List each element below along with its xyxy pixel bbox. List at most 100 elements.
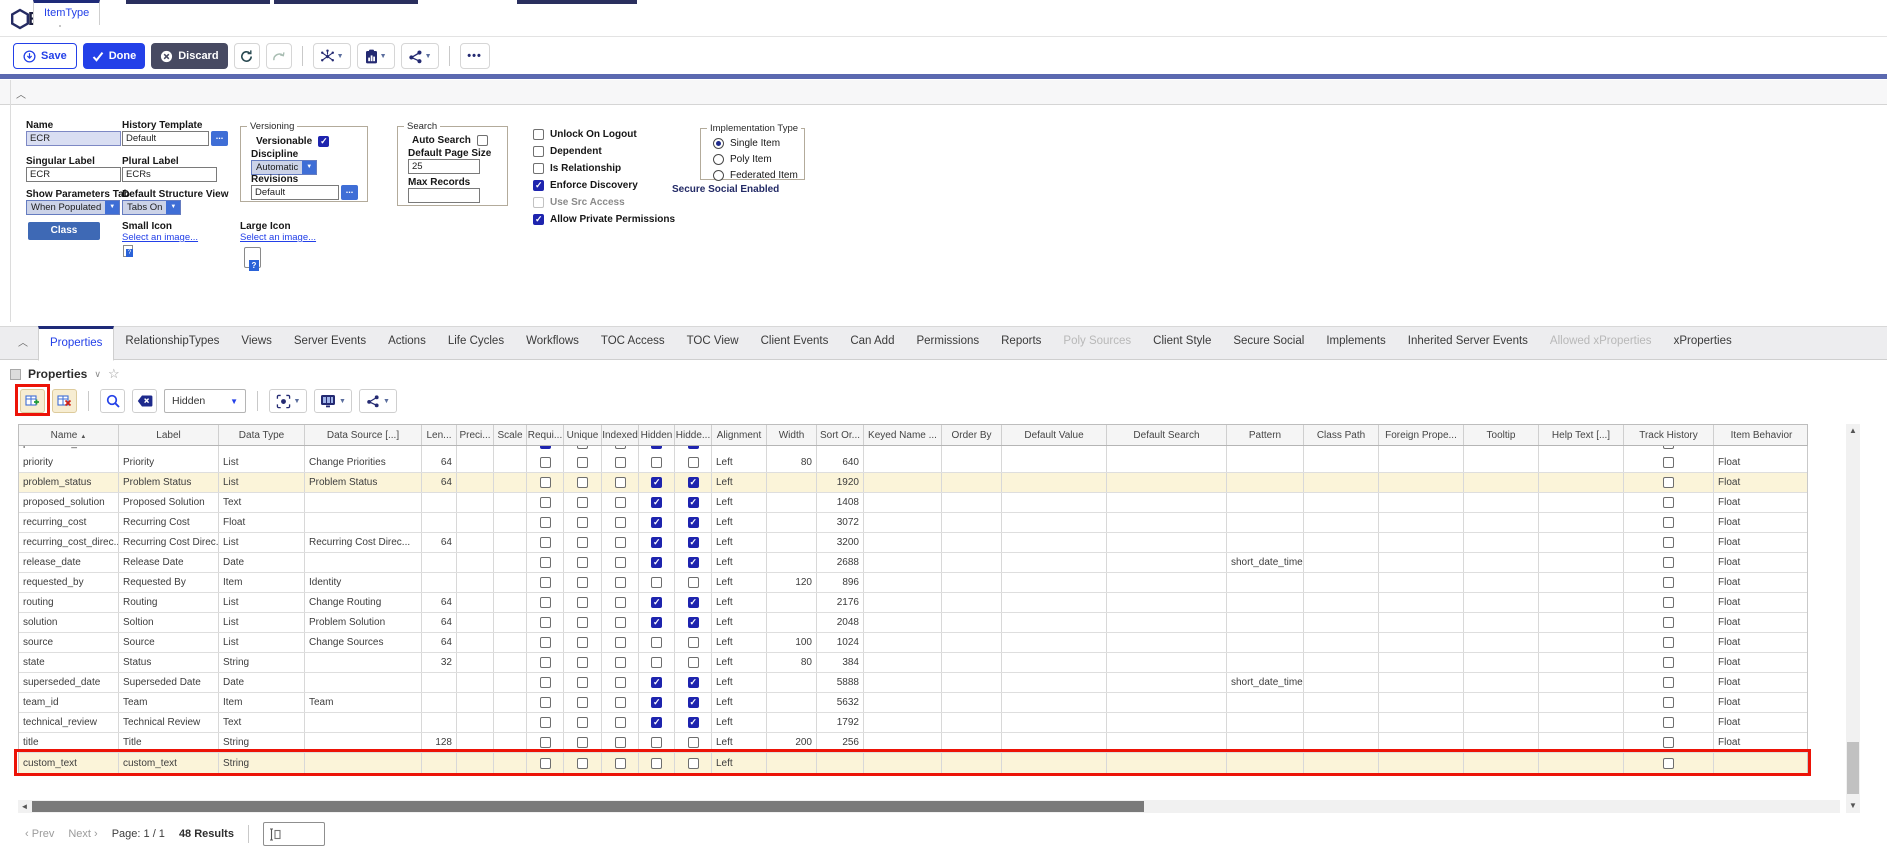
grid-checkbox-hid[interactable]: [651, 557, 662, 568]
vertical-scrollbar[interactable]: ▲ ▼: [1846, 424, 1860, 813]
table-row-recurring-cost-direc[interactable]: recurring_cost_direc...Recurring Cost Di…: [19, 533, 1807, 553]
scroll-down-arrow-icon[interactable]: ▼: [1846, 799, 1860, 813]
column-header-order-by[interactable]: Order By: [942, 425, 1002, 445]
grid-checkbox-idx[interactable]: [615, 717, 626, 728]
grid-checkbox-req[interactable]: [540, 697, 551, 708]
share-grid-button[interactable]: ▼: [359, 389, 397, 413]
grid-checkbox-idx[interactable]: [615, 637, 626, 648]
tab-inherited-server-events[interactable]: Inherited Server Events: [1397, 326, 1539, 360]
grid-checkbox-req[interactable]: [540, 758, 551, 769]
grid-checkbox-hid2[interactable]: [688, 717, 699, 728]
column-header-pattern[interactable]: Pattern: [1227, 425, 1304, 445]
tab-reports[interactable]: Reports: [990, 326, 1052, 360]
column-header-label[interactable]: Label: [119, 425, 219, 445]
grid-checkbox-idx[interactable]: [615, 737, 626, 748]
default-structure-select[interactable]: Tabs On ▼: [122, 200, 181, 215]
grid-checkbox-req[interactable]: [540, 497, 551, 508]
enforce-discovery-checkbox[interactable]: [533, 180, 544, 191]
grid-checkbox-hid[interactable]: [651, 677, 662, 688]
grid-checkbox-track[interactable]: [1663, 617, 1674, 628]
grid-checkbox-uniq[interactable]: [577, 497, 588, 508]
column-header-help-text[interactable]: Help Text [...]: [1539, 425, 1624, 445]
class-structure-button[interactable]: Class Structure: [28, 222, 100, 240]
table-row-title[interactable]: titleTitleString128Left200256Float: [19, 733, 1807, 753]
grid-checkbox-req[interactable]: [540, 677, 551, 688]
collapse-chevron-icon[interactable]: ︿: [16, 86, 26, 101]
column-header-item-behavior[interactable]: Item Behavior: [1714, 425, 1809, 445]
grid-checkbox-idx[interactable]: [615, 446, 626, 449]
grid-checkbox-hid2[interactable]: [688, 537, 699, 548]
table-row-superseded-date[interactable]: superseded_dateSuperseded DateDateLeft58…: [19, 673, 1807, 693]
grid-checkbox-hid[interactable]: [651, 758, 662, 769]
grid-checkbox-hid2[interactable]: [688, 517, 699, 528]
versionable-checkbox[interactable]: [318, 136, 329, 147]
grid-checkbox-track[interactable]: [1663, 697, 1674, 708]
grid-checkbox-hid2[interactable]: [688, 557, 699, 568]
grid-checkbox-uniq[interactable]: [577, 657, 588, 668]
grid-checkbox-hid[interactable]: [651, 457, 662, 468]
grid-checkbox-uniq[interactable]: [577, 737, 588, 748]
grid-checkbox-uniq[interactable]: [577, 697, 588, 708]
grid-checkbox-hid2[interactable]: [688, 617, 699, 628]
revisions-browse-button[interactable]: ...: [341, 185, 358, 200]
filter-select[interactable]: Hidden ▼: [164, 389, 246, 413]
singular-label-field[interactable]: ECR: [26, 167, 121, 182]
grid-checkbox-req[interactable]: [540, 737, 551, 748]
column-header-class-path[interactable]: Class Path: [1304, 425, 1379, 445]
grid-checkbox-idx[interactable]: [615, 557, 626, 568]
grid-checkbox-req[interactable]: [540, 597, 551, 608]
poly-item-radio[interactable]: [713, 154, 724, 165]
grid-checkbox-idx[interactable]: [615, 617, 626, 628]
grid-checkbox-idx[interactable]: [615, 457, 626, 468]
grid-checkbox-hid2[interactable]: [688, 577, 699, 588]
grid-checkbox-uniq[interactable]: [577, 677, 588, 688]
favorite-star-icon[interactable]: ☆: [108, 366, 120, 382]
auto-search-checkbox[interactable]: [477, 135, 488, 146]
chevron-down-icon[interactable]: ∨: [94, 369, 101, 380]
grid-checkbox-hid2[interactable]: [688, 446, 699, 449]
tab-life-cycles[interactable]: Life Cycles: [437, 326, 515, 360]
grid-checkbox-hid[interactable]: [651, 717, 662, 728]
grid-checkbox-req[interactable]: [540, 637, 551, 648]
scroll-left-arrow-icon[interactable]: ◄: [18, 800, 31, 813]
grid-checkbox-uniq[interactable]: [577, 597, 588, 608]
impact-analysis-button[interactable]: ▼: [313, 43, 351, 69]
grid-checkbox-hid[interactable]: [651, 597, 662, 608]
tab-toc-view[interactable]: TOC View: [676, 326, 750, 360]
focus-view-button[interactable]: ▼: [269, 389, 307, 413]
grid-checkbox-track[interactable]: [1663, 677, 1674, 688]
grid-checkbox-hid[interactable]: [651, 446, 662, 449]
column-header-alignment[interactable]: Alignment: [712, 425, 767, 445]
reports-clipboard-button[interactable]: ▼: [357, 43, 395, 69]
column-header-tooltip[interactable]: Tooltip: [1464, 425, 1539, 445]
next-page-button[interactable]: Next ›: [68, 828, 97, 840]
plural-label-field[interactable]: ECRs: [122, 167, 217, 182]
grid-checkbox-idx[interactable]: [615, 597, 626, 608]
grid-checkbox-hid[interactable]: [651, 697, 662, 708]
discard-button[interactable]: Discard: [151, 43, 227, 69]
grid-checkbox-hid2[interactable]: [688, 597, 699, 608]
column-header-default-search[interactable]: Default Search: [1107, 425, 1227, 445]
refresh-button[interactable]: [234, 43, 260, 69]
tab-secure-social[interactable]: Secure Social: [1222, 326, 1315, 360]
tab-xproperties[interactable]: xProperties: [1663, 326, 1743, 360]
tab-client-events[interactable]: Client Events: [750, 326, 840, 360]
search-button[interactable]: [100, 389, 125, 413]
grid-checkbox-track[interactable]: [1663, 637, 1674, 648]
grid-checkbox-req[interactable]: [540, 557, 551, 568]
small-icon-select-link[interactable]: Select an image...: [122, 232, 198, 243]
collapse-chevron-icon[interactable]: ︿: [18, 334, 28, 349]
grid-checkbox-uniq[interactable]: [577, 517, 588, 528]
grid-checkbox-hid[interactable]: [651, 637, 662, 648]
grid-checkbox-track[interactable]: [1663, 597, 1674, 608]
horizontal-scrollbar-thumb[interactable]: [32, 801, 1144, 812]
table-row-permission-id[interactable]: permission_idItemPermissionLeft5504Float: [19, 446, 1807, 453]
grid-checkbox-track[interactable]: [1663, 657, 1674, 668]
grid-checkbox-hid[interactable]: [651, 537, 662, 548]
table-row-state[interactable]: stateStatusString32Left80384Float: [19, 653, 1807, 673]
grid-checkbox-req[interactable]: [540, 446, 551, 449]
grid-checkbox-hid[interactable]: [651, 737, 662, 748]
grid-checkbox-req[interactable]: [540, 457, 551, 468]
grid-checkbox-uniq[interactable]: [577, 557, 588, 568]
table-row-proposed-solution[interactable]: proposed_solutionProposed SolutionTextLe…: [19, 493, 1807, 513]
